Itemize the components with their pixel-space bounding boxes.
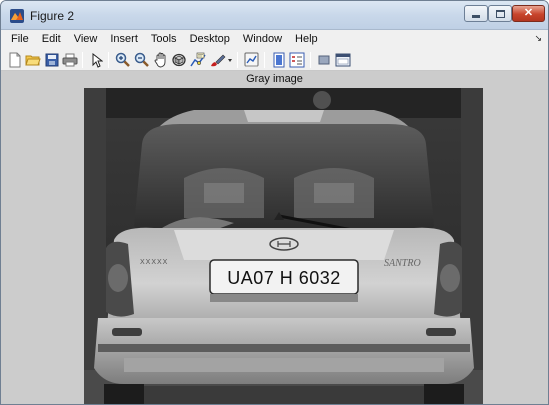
legend-icon	[289, 52, 305, 68]
zoom-out-icon	[134, 52, 149, 67]
save-button[interactable]	[44, 52, 60, 68]
rotate-3d-button[interactable]	[171, 52, 187, 68]
figure-window: Figure 2 ✕ File Edit View Insert Tools D…	[0, 0, 549, 405]
rotate-3d-icon	[172, 53, 186, 67]
svg-text:SANTRO: SANTRO	[384, 258, 421, 269]
figure-toolbar	[1, 48, 548, 71]
title-bar[interactable]: Figure 2 ✕	[1, 1, 548, 30]
axes-title: Gray image	[246, 73, 303, 85]
colorbar-button[interactable]	[271, 52, 287, 68]
menu-window[interactable]: Window	[236, 33, 288, 45]
print-button[interactable]	[62, 52, 78, 68]
legend-button[interactable]	[289, 52, 305, 68]
menu-tools[interactable]: Tools	[144, 33, 183, 45]
brush-button[interactable]	[209, 52, 233, 68]
gray-car-image[interactable]: XXXXX SANTRO UA07 H 6032	[84, 88, 483, 404]
toolbar-separator	[264, 52, 265, 68]
print-icon	[62, 53, 78, 67]
menu-edit[interactable]: Edit	[35, 33, 67, 45]
toolbar-separator	[237, 52, 238, 68]
maximize-icon	[495, 9, 505, 18]
new-figure-icon	[9, 52, 21, 68]
show-plot-tools-button[interactable]	[335, 52, 351, 68]
link-plot-button[interactable]	[244, 52, 260, 68]
new-figure-button[interactable]	[7, 52, 23, 68]
pan-icon	[154, 52, 165, 68]
dock-arrow-icon[interactable]: ↘	[534, 33, 542, 44]
toolbar-separator	[108, 52, 109, 68]
brush-icon	[211, 54, 232, 67]
window-title: Figure 2	[30, 9, 75, 23]
menu-view[interactable]: View	[67, 33, 104, 45]
maximize-button[interactable]	[488, 5, 512, 22]
zoom-in-icon	[115, 52, 130, 67]
svg-text:XXXXX: XXXXX	[140, 259, 168, 266]
data-cursor-icon	[190, 52, 206, 67]
colorbar-icon	[273, 52, 285, 68]
edit-plot-icon	[92, 52, 103, 68]
hide-plot-tools-icon	[318, 55, 330, 65]
minimize-icon	[472, 15, 480, 18]
hide-plot-tools-button[interactable]	[316, 52, 332, 68]
zoom-out-button[interactable]	[134, 52, 150, 68]
toolbar-separator	[82, 52, 83, 68]
matlab-logo-icon	[10, 9, 24, 23]
zoom-in-button[interactable]	[115, 52, 131, 68]
pan-button[interactable]	[153, 52, 169, 68]
car-photo: XXXXX SANTRO UA07 H 6032	[84, 88, 483, 404]
minimize-button[interactable]	[464, 5, 488, 22]
edit-plot-button[interactable]	[89, 52, 105, 68]
link-plot-icon	[244, 52, 259, 67]
menu-help[interactable]: Help	[288, 33, 324, 45]
open-file-button[interactable]	[25, 52, 41, 68]
menu-file[interactable]: File	[1, 33, 35, 45]
data-cursor-button[interactable]	[190, 52, 206, 68]
close-icon: ✕	[523, 7, 534, 19]
save-icon	[45, 53, 59, 67]
menu-bar: File Edit View Insert Tools Desktop Wind…	[1, 30, 548, 48]
open-file-icon	[25, 55, 41, 66]
svg-text:UA07 H 6032: UA07 H 6032	[227, 268, 341, 288]
show-plot-tools-icon	[335, 53, 351, 67]
toolbar-separator	[310, 52, 311, 68]
menu-insert[interactable]: Insert	[103, 33, 144, 45]
figure-canvas[interactable]: Gray image XXXXX SANTRO UA07 H 6032	[1, 71, 548, 404]
menu-desktop[interactable]: Desktop	[183, 33, 236, 45]
close-button[interactable]: ✕	[512, 5, 545, 22]
